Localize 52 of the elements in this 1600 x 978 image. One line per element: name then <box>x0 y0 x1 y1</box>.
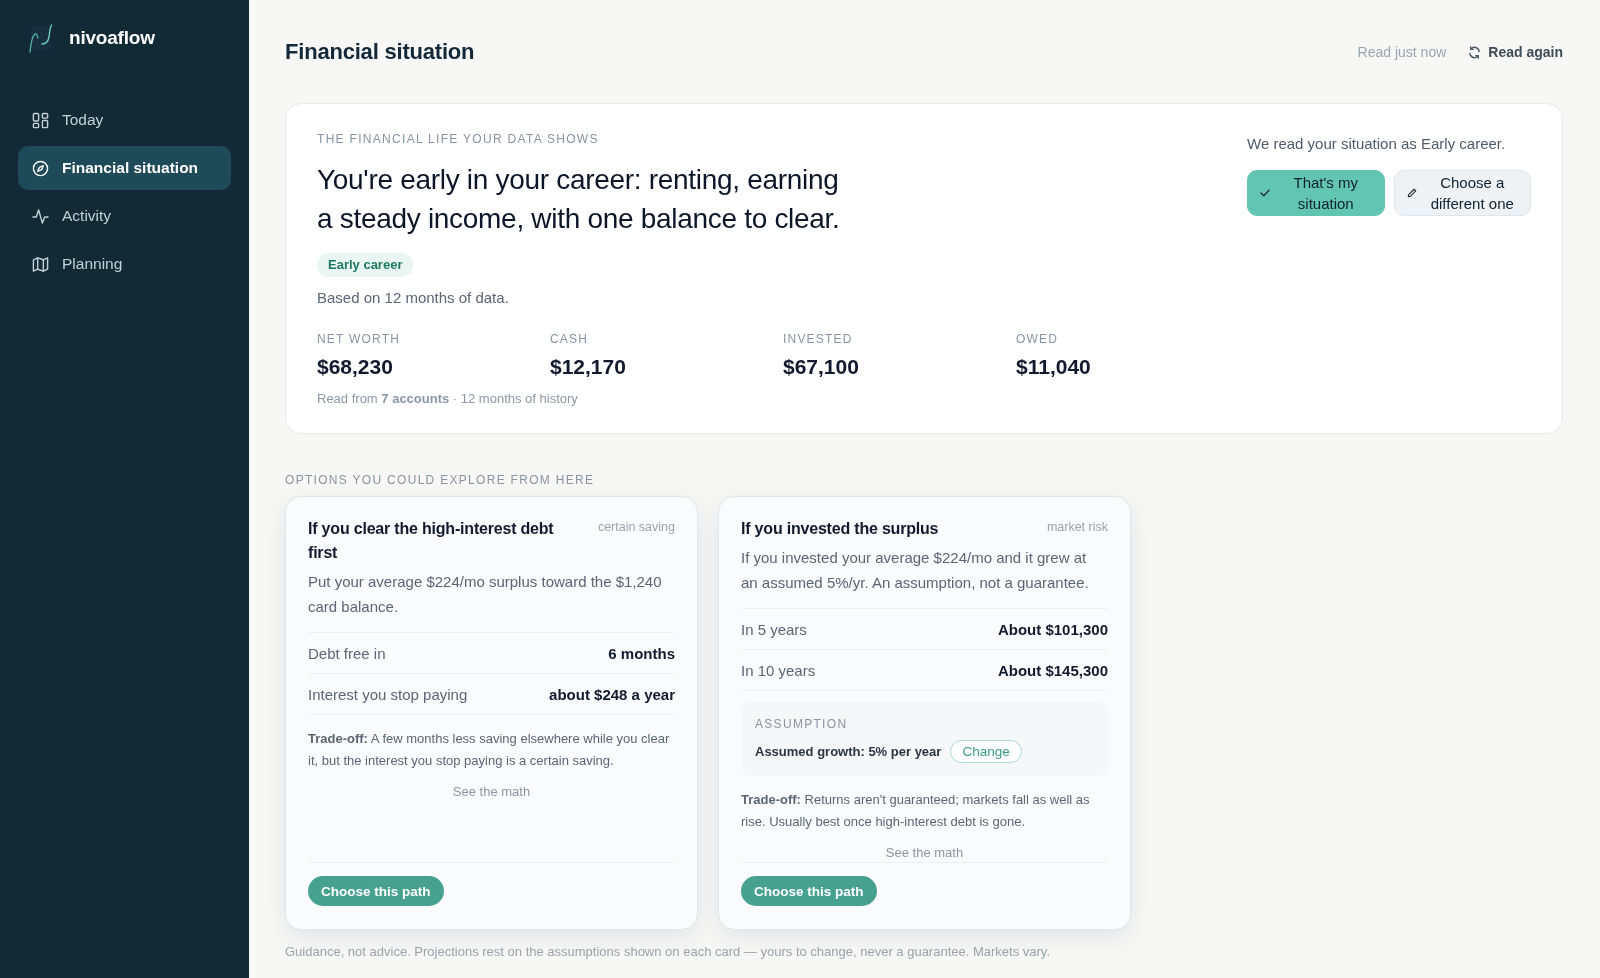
nav-item[interactable]: Planning <box>18 242 231 286</box>
situation-headline: You're early in your career: renting, earning a steady income, with one balance to clear. <box>317 163 841 236</box>
disclaimer-text: Guidance, not advice. Projections rest on the assumptions shown on each card — yours to change, never a guarantee. Markets vary. <box>285 943 1051 961</box>
assumption-text: Assumed growth: 5% per year <box>755 744 942 759</box>
row-label: In 10 years <box>741 661 816 679</box>
stat-value: $68,230 <box>317 354 394 380</box>
card-tag: market risk <box>1046 520 1108 534</box>
read-status: Read just now <box>1357 44 1447 60</box>
nav-item[interactable]: Financial situation <box>18 146 231 190</box>
grid-icon <box>32 111 49 129</box>
row-value: about $248 a year <box>549 685 675 703</box>
stat-value: $67,100 <box>783 354 860 380</box>
tradeoff-note: Trade-off: Returns aren't guaranteed; markets fall as well as rise. Usually best once high-interest debt is gone. <box>741 791 1091 831</box>
row-label: Interest you stop paying <box>308 685 468 703</box>
basis-text: Based on 12 months of data. <box>317 288 510 308</box>
read-again-button[interactable]: Read again <box>1468 44 1563 60</box>
page-title: Financial situation <box>285 39 476 65</box>
row-label: Debt free in <box>308 644 386 662</box>
card-tag: certain saving <box>597 520 675 534</box>
row-value: About $145,300 <box>997 661 1108 679</box>
card-description: If you invested your average $224/mo and it grew at an assumed 5%/yr. An assumption, not a guarantee. <box>741 548 1090 593</box>
stat-label: CASH <box>550 331 590 347</box>
stat-value: $12,170 <box>550 354 627 380</box>
brand-name: nivoaflow <box>69 27 155 49</box>
situation-prompt: We read your situation as Early career. <box>1247 134 1507 154</box>
pulse-icon <box>32 207 49 225</box>
row-label: In 5 years <box>741 620 807 638</box>
source-note: Read from 7 accounts · 12 months of history <box>317 390 579 408</box>
stage-tag: Early career <box>317 253 414 277</box>
map-icon <box>32 255 49 273</box>
eyebrow-label: THE FINANCIAL LIFE YOUR DATA SHOWS <box>317 131 600 147</box>
card-title: If you clear the high-interest debt first <box>308 519 555 563</box>
section-heading: OPTIONS YOU COULD EXPLORE FROM HERE <box>285 472 596 488</box>
stat-label: OWED <box>1016 331 1060 347</box>
refresh-icon <box>1468 45 1482 59</box>
confirm-button[interactable]: That's my situation <box>1247 170 1385 216</box>
pencil-icon <box>1406 188 1417 198</box>
nav-item[interactable]: Activity <box>18 194 231 238</box>
stat-label: NET WORTH <box>317 331 402 347</box>
wave-logo-icon <box>27 22 55 54</box>
assumption-label: ASSUMPTION <box>755 716 849 732</box>
nav-item[interactable]: Today <box>18 98 231 142</box>
tradeoff-note: Trade-off: A few months less saving elsewhere while you clear it, but the interest you stop paying is a certain saving. <box>308 730 671 770</box>
card-title: If you invested the surplus <box>741 519 940 539</box>
stat-value: $11,040 <box>1016 354 1092 380</box>
card-description: Put your average $224/mo surplus toward the $1,240 card balance. <box>308 572 663 617</box>
row-value: 6 months <box>608 644 675 662</box>
compass-icon <box>32 159 49 177</box>
change-situation-button[interactable]: Choose a different one <box>1393 170 1531 216</box>
row-value: About $101,300 <box>997 620 1108 638</box>
stat-label: INVESTED <box>783 331 854 347</box>
check-icon <box>1260 188 1270 198</box>
